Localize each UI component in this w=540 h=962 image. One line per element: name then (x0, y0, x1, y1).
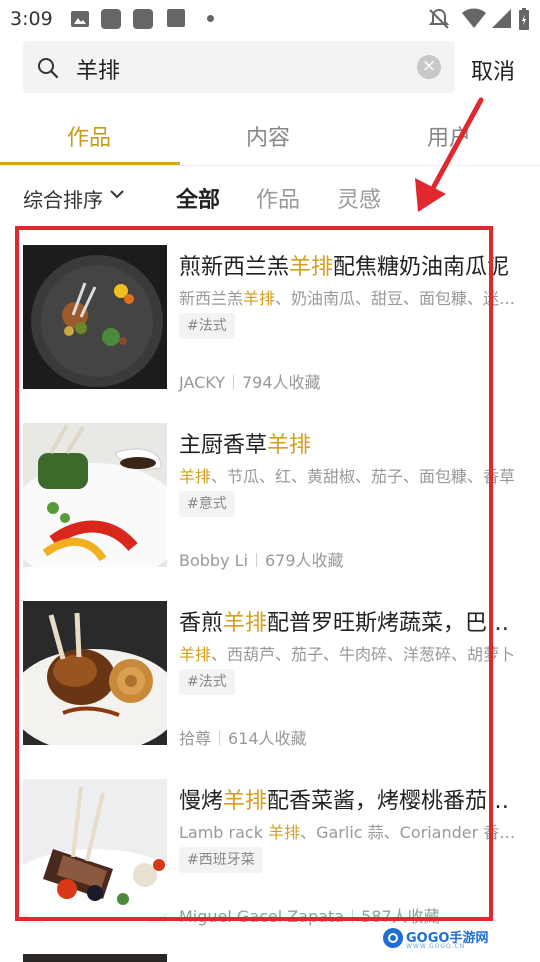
gogo-logo-icon (383, 928, 403, 948)
watermark-url: WWW.GOGO.CN (406, 943, 466, 950)
watermark-logo: GOGO手游网 WWW.GOGO.CN (382, 923, 492, 955)
arrow-annotation (415, 97, 484, 212)
